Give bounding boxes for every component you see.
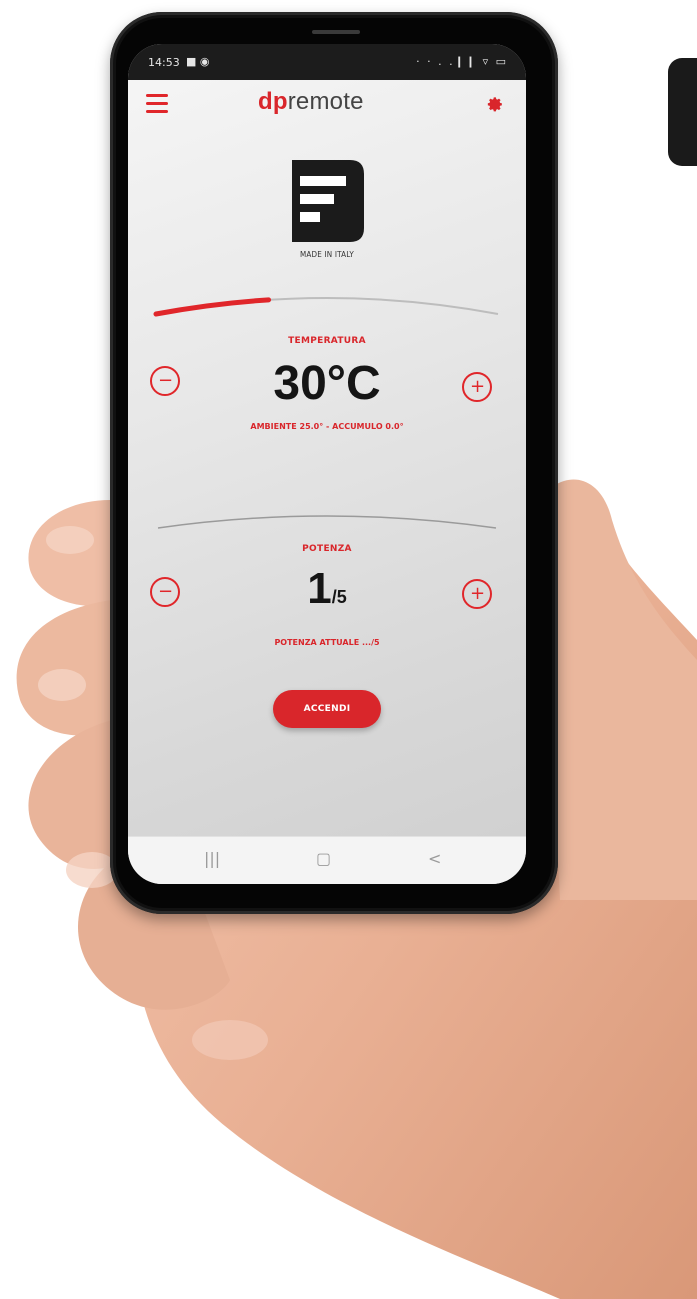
gear-icon[interactable] bbox=[484, 94, 504, 114]
status-bar: 14:53 ■ ◉ · · . .❙❙ ▿ ▭ bbox=[128, 44, 526, 80]
temperature-detail: AMBIENTE 25.0° - ACCUMULO 0.0° bbox=[250, 422, 404, 431]
power-detail: POTENZA ATTUALE .../5 bbox=[274, 638, 380, 647]
power-label: POTENZA bbox=[302, 544, 352, 554]
dpremote-logo: dpremote bbox=[258, 88, 364, 116]
phone-screen: 14:53 ■ ◉ · · . .❙❙ ▿ ▭ dpremote MADE IN… bbox=[128, 44, 526, 884]
temperature-arc[interactable] bbox=[128, 274, 526, 324]
home-button[interactable]: ▢ bbox=[316, 849, 331, 868]
brand-f-logo bbox=[292, 160, 364, 242]
back-button[interactable]: < bbox=[428, 849, 441, 868]
recent-apps-button[interactable]: ||| bbox=[204, 849, 220, 868]
hamburger-menu-icon[interactable] bbox=[146, 94, 168, 113]
photo-stage: 14:53 ■ ◉ · · . .❙❙ ▿ ▭ dpremote MADE IN… bbox=[0, 0, 697, 1299]
android-nav-bar: ||| ▢ < bbox=[128, 836, 526, 884]
power-current: 1 bbox=[307, 564, 332, 613]
brand-caption: MADE IN ITALY bbox=[299, 250, 355, 259]
app-header: dpremote bbox=[128, 80, 526, 132]
power-arc bbox=[157, 515, 497, 529]
power-max: /5 bbox=[331, 587, 347, 607]
temperature-increase-button[interactable]: + bbox=[462, 372, 492, 402]
notification-icons: ■ ◉ bbox=[186, 55, 210, 68]
phone-speaker bbox=[312, 30, 360, 34]
decorative-corner-block bbox=[668, 58, 697, 166]
accendi-button[interactable]: ACCENDI bbox=[273, 690, 381, 728]
logo-prefix: dp bbox=[258, 88, 288, 115]
signal-wifi-battery-icons: · · . .❙❙ ▿ ▭ bbox=[416, 55, 508, 68]
logo-suffix: remote bbox=[287, 88, 364, 115]
temperature-label: TEMPERATURA bbox=[288, 336, 366, 346]
status-time: 14:53 bbox=[148, 56, 180, 69]
power-increase-button[interactable]: + bbox=[462, 579, 492, 609]
